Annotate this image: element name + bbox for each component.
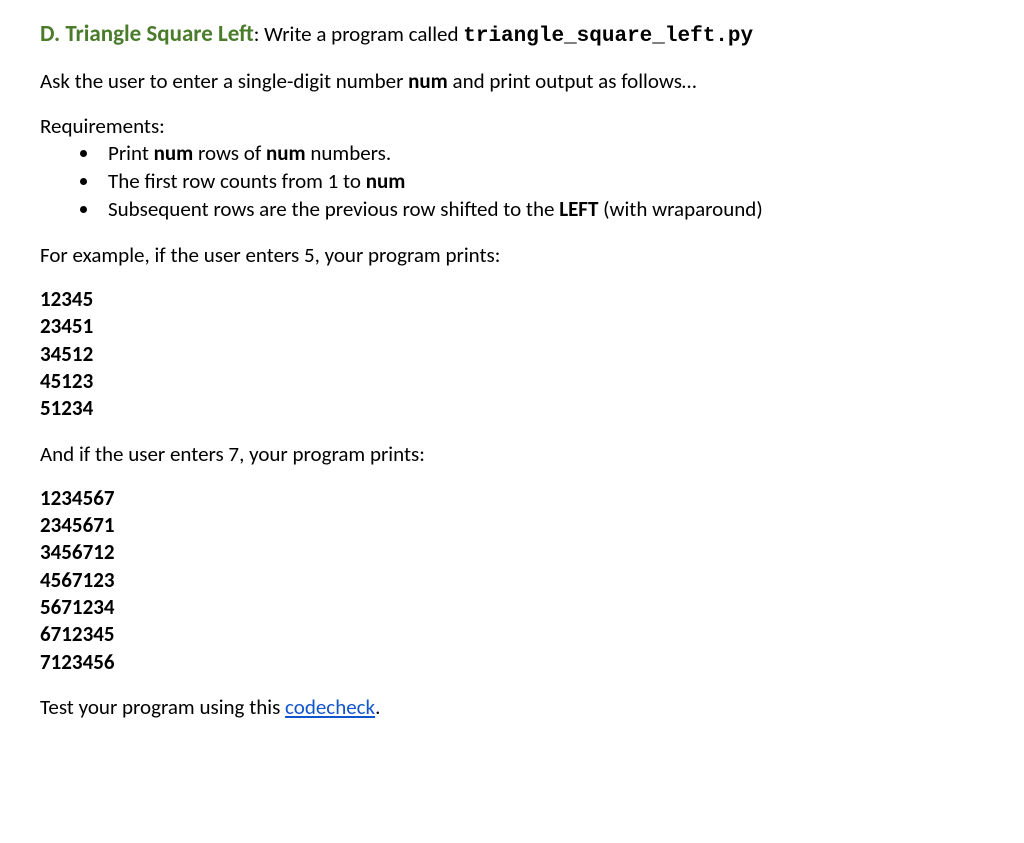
footer-prefix: Test your program using this: [40, 694, 285, 720]
requirements-item-segment: num: [266, 140, 306, 166]
example1-intro: For example, if the user enters 5, your …: [40, 242, 984, 268]
footer-paragraph: Test your program using this codecheck.: [40, 694, 984, 720]
output-line: 5671234: [40, 594, 984, 621]
output-line: 4567123: [40, 567, 984, 594]
output-line: 7123456: [40, 649, 984, 676]
output-line: 6712345: [40, 621, 984, 648]
output-line: 34512: [40, 341, 984, 368]
output-line: 45123: [40, 368, 984, 395]
heading-title: D. Triangle Square Left: [40, 20, 254, 48]
output-line: 23451: [40, 313, 984, 340]
requirements-item-segment: num: [366, 168, 406, 194]
requirements-item-segment: The first row counts from 1 to: [108, 168, 366, 194]
section-heading: D. Triangle Square Left: Write a program…: [40, 20, 984, 50]
requirements-item-segment: (with wraparound): [598, 196, 762, 222]
codecheck-link[interactable]: codecheck: [285, 694, 375, 720]
output-line: 2345671: [40, 512, 984, 539]
output-line: 1234567: [40, 485, 984, 512]
requirements-item: Print num rows of num numbers.: [100, 139, 984, 167]
example2-output: 1234567234567134567124567123567123467123…: [40, 485, 984, 676]
requirements-item: The first row counts from 1 to num: [100, 167, 984, 195]
requirements-item-segment: LEFT: [559, 196, 598, 222]
requirements-header: Requirements:: [40, 113, 984, 139]
output-line: 12345: [40, 286, 984, 313]
heading-colon: :: [254, 21, 264, 47]
footer-suffix: .: [375, 694, 380, 720]
requirements-item-segment: num: [154, 140, 194, 166]
heading-filename: triangle_square_left.py: [463, 25, 753, 48]
heading-instruction-prefix: Write a program called: [264, 21, 463, 47]
output-line: 51234: [40, 395, 984, 422]
intro-suffix: and print output as follows…: [448, 68, 697, 94]
requirements-list: Print num rows of num numbers.The first …: [40, 139, 984, 224]
requirements-item-segment: rows of: [193, 140, 266, 166]
example1-output: 1234523451345124512351234: [40, 286, 984, 422]
output-line: 3456712: [40, 539, 984, 566]
requirements-item-segment: Subsequent rows are the previous row shi…: [108, 196, 559, 222]
example2-intro: And if the user enters 7, your program p…: [40, 441, 984, 467]
requirements-item-segment: numbers.: [306, 140, 392, 166]
requirements-item-segment: Print: [108, 140, 154, 166]
requirements-item: Subsequent rows are the previous row shi…: [100, 195, 984, 223]
intro-paragraph: Ask the user to enter a single-digit num…: [40, 68, 984, 94]
intro-var: num: [408, 68, 448, 94]
intro-prefix: Ask the user to enter a single-digit num…: [40, 68, 408, 94]
